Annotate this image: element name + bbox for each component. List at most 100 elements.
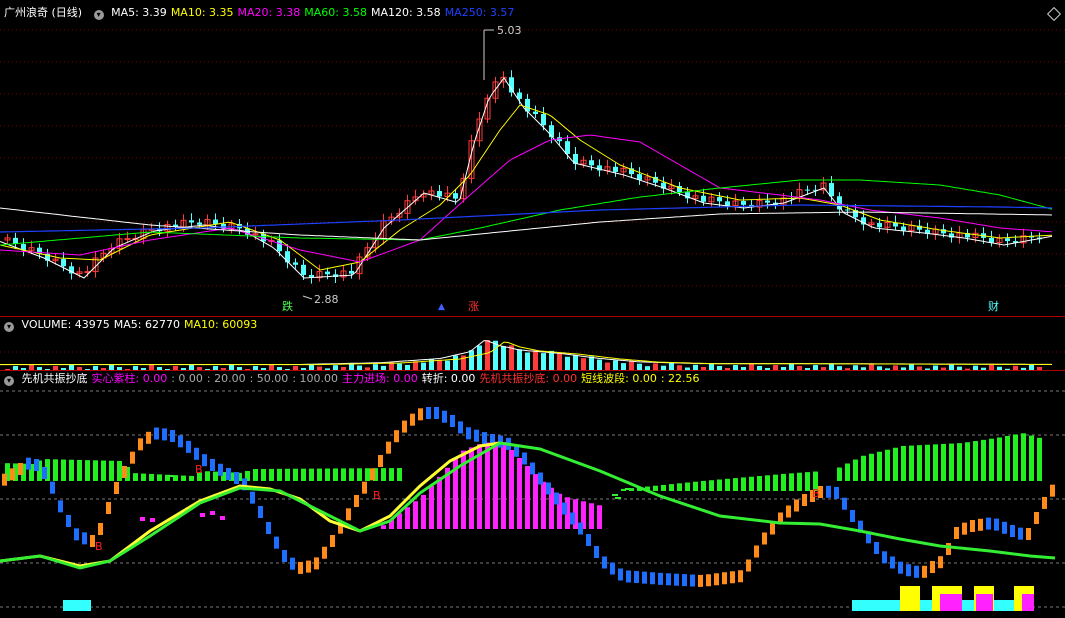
oscillator-step	[914, 565, 919, 578]
green-bar	[661, 484, 666, 491]
green-bar	[789, 473, 794, 491]
oscillator-step	[58, 500, 63, 513]
green-bar	[797, 472, 802, 491]
green-bar	[757, 476, 762, 491]
volume-bar	[669, 362, 674, 370]
green-bar	[269, 468, 274, 481]
candle-down	[565, 141, 570, 154]
green-bar	[349, 468, 354, 481]
green-bar	[157, 474, 162, 481]
candle-down	[741, 200, 746, 205]
green-bar	[1037, 437, 1042, 481]
oscillator-step	[42, 467, 47, 479]
volume-bar	[549, 350, 554, 370]
green-bar	[949, 443, 954, 481]
candle-down	[509, 77, 514, 93]
oscillator-step	[730, 571, 735, 584]
oscillator-step	[962, 522, 967, 535]
green-bar	[133, 473, 138, 481]
magenta-bar	[421, 494, 426, 529]
candle-down	[349, 270, 354, 274]
oscillator-step	[554, 492, 559, 505]
oscillator-step	[978, 518, 983, 531]
trend-dot	[612, 494, 618, 496]
marker-up-arrow-icon: ▲	[438, 302, 445, 312]
volume-bar	[557, 353, 562, 370]
candle-down	[1005, 238, 1010, 242]
oscillator-step	[562, 502, 567, 515]
signal-block	[852, 600, 902, 611]
oscillator-step	[930, 561, 935, 573]
price-chart[interactable]: 5.03 2.88	[0, 0, 1065, 316]
oscillator-step	[466, 427, 471, 440]
green-bar	[293, 468, 298, 481]
candle-down	[845, 209, 850, 211]
oscillator-step	[994, 518, 999, 531]
oscillator-step	[746, 559, 751, 572]
oscillator-step	[1034, 512, 1039, 524]
candle-down	[765, 200, 770, 203]
green-bar	[77, 459, 82, 481]
oscillator-step	[290, 557, 295, 570]
green-bar	[701, 480, 706, 491]
oscillator-step	[130, 451, 135, 464]
oscillator-step	[154, 427, 159, 440]
magenta-bar	[517, 458, 522, 529]
volume-bar	[541, 353, 546, 370]
green-bar	[141, 473, 146, 481]
green-bar	[1021, 433, 1026, 481]
magenta-bar	[150, 518, 155, 522]
green-bar	[853, 459, 858, 481]
oscillator-step	[122, 466, 127, 478]
green-bar	[61, 459, 66, 481]
candle-down	[301, 264, 306, 275]
volume-bar	[605, 362, 610, 370]
oscillator-step	[586, 534, 591, 546]
green-bar	[749, 476, 754, 491]
magenta-bar	[220, 516, 225, 520]
green-bar	[965, 442, 970, 481]
low-pointer	[302, 295, 313, 300]
oscillator-step	[210, 459, 215, 471]
oscillator-step	[442, 410, 447, 423]
oscillator-step	[834, 486, 839, 499]
oscillator-step	[330, 535, 335, 547]
buy-signal-label: B	[95, 540, 103, 553]
high-price-label: 5.03	[497, 24, 522, 37]
oscillator-step	[266, 522, 271, 534]
green-bar	[781, 473, 786, 491]
candle-down	[213, 219, 218, 224]
green-bar	[357, 468, 362, 481]
magenta-bar	[493, 441, 498, 529]
green-bar	[717, 479, 722, 491]
green-bar	[1013, 434, 1018, 481]
green-bar	[845, 463, 850, 481]
oscillator-step	[890, 556, 895, 569]
green-bar	[709, 480, 714, 491]
ma10-line	[0, 104, 1053, 271]
oscillator-step	[26, 457, 31, 470]
indicator-chart[interactable]	[0, 371, 1065, 618]
volume-bar	[613, 360, 618, 370]
green-bar	[69, 459, 74, 481]
oscillator-step	[546, 482, 551, 495]
green-bar	[741, 477, 746, 491]
volume-chart[interactable]	[0, 317, 1065, 370]
oscillator-step	[34, 459, 39, 471]
oscillator-step	[874, 542, 879, 554]
oscillator-step	[946, 543, 951, 555]
magenta-bar	[200, 513, 205, 517]
oscillator-step	[698, 574, 703, 587]
oscillator-step	[850, 510, 855, 522]
oscillator-step	[618, 568, 623, 581]
oscillator-step	[650, 572, 655, 585]
signal-block	[994, 600, 1014, 611]
magenta-bar	[413, 501, 418, 529]
magenta-bar	[405, 507, 410, 529]
oscillator-step	[906, 564, 911, 577]
candle-down	[189, 220, 194, 223]
oscillator-step	[578, 522, 583, 535]
oscillator-step	[986, 517, 991, 530]
oscillator-step	[474, 429, 479, 442]
oscillator-step	[234, 472, 239, 484]
